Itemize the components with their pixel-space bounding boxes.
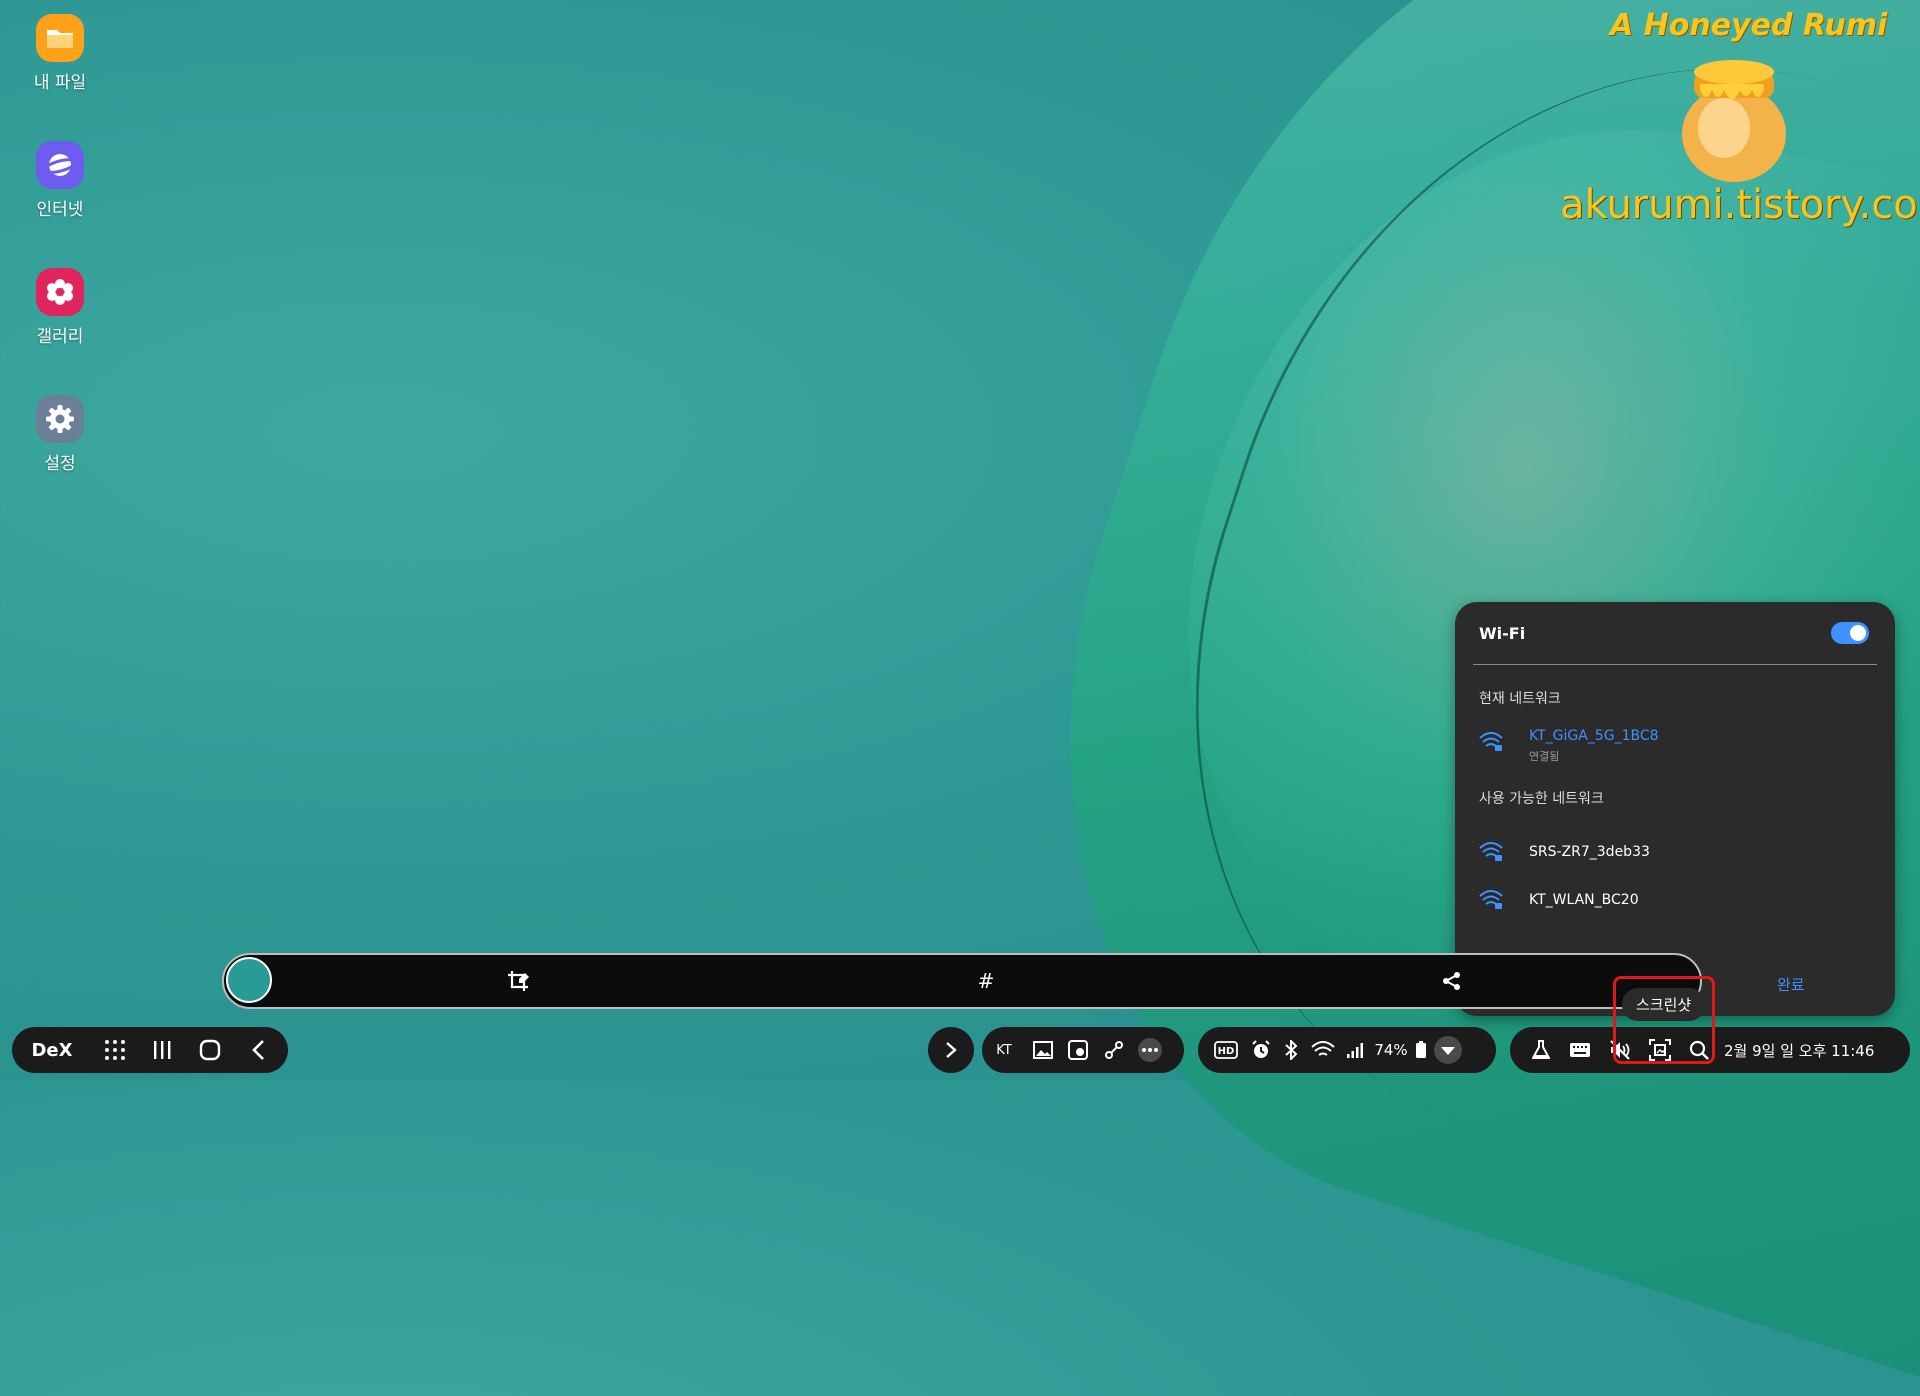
wifi-divider [1473,664,1877,665]
desktop-icon-label: 내 파일 [33,73,87,93]
battery-icon [1412,1041,1430,1059]
wifi-network-current[interactable]: KT_GiGA_5G_1BC8 연결됨 [1479,724,1869,764]
wifi-lock-icon [1479,842,1503,862]
back-icon[interactable] [234,1039,282,1061]
desktop-icon-gallery[interactable]: 갤러리 [22,268,98,347]
home-icon[interactable] [186,1039,234,1061]
wifi-lock-icon [1479,732,1503,752]
wifi-lock-icon [1479,890,1503,910]
svg-text:HD: HD [1218,1046,1235,1057]
wifi-status-icon [1306,1041,1340,1059]
image-notification-icon[interactable] [1026,1041,1060,1059]
tag-hash-icon[interactable]: # [972,967,1000,995]
quick-panel-down-icon[interactable] [1430,1035,1466,1065]
internet-icon [36,141,84,189]
carrier-label: KT [996,1042,1012,1058]
taskbar-nav-group: DeX [12,1027,288,1073]
desktop-icon-label: 갤러리 [36,327,84,347]
screen-record-notification-icon[interactable] [1060,1040,1096,1060]
apps-grid-icon[interactable] [92,1039,138,1061]
wifi-done-button[interactable]: 완료 [1777,974,1805,995]
clock-datetime[interactable]: 2월 9일 일 오후 11:46 [1718,1040,1904,1061]
bluetooth-icon [1276,1040,1306,1060]
wifi-network-item[interactable]: KT_WLAN_BC20 [1479,882,1869,922]
watermark-url: akurumi.tistory.com [1560,182,1920,228]
wifi-network-status: 연결됨 [1529,750,1560,763]
labs-flask-icon[interactable] [1522,1040,1560,1060]
crop-edit-icon[interactable] [506,967,534,995]
screenshot-thumbnail[interactable] [226,957,272,1003]
hd-icon: HD [1206,1041,1246,1059]
desktop-icon-internet[interactable]: 인터넷 [22,141,98,220]
more-notifications-icon[interactable] [1132,1037,1168,1063]
alarm-icon [1246,1040,1276,1060]
wifi-network-name: SRS-ZR7_3deb33 [1529,844,1650,860]
expand-arrow-button[interactable] [928,1027,974,1073]
wifi-network-name: KT_GiGA_5G_1BC8 [1529,728,1659,744]
taskbar-notifications: KT [982,1027,1184,1073]
watermark-title: A Honeyed Rumi [1610,8,1888,43]
signal-icon [1340,1041,1370,1059]
settings-gear-icon [36,395,84,443]
available-networks-label: 사용 가능한 네트워크 [1479,791,1604,807]
honey-pot-logo [1678,50,1790,184]
current-network-label: 현재 네트워크 [1479,691,1561,707]
share-icon[interactable] [1438,967,1466,995]
desktop-icon-label: 인터넷 [36,200,84,220]
wifi-network-item[interactable]: SRS-ZR7_3deb33 [1479,834,1869,874]
gallery-icon [36,268,84,316]
link-sharing-icon[interactable] [1096,1040,1132,1060]
screenshot-toolbar: # [222,953,1702,1009]
battery-percent: 74% [1374,1041,1408,1059]
wifi-network-name: KT_WLAN_BC20 [1529,892,1639,908]
wifi-panel-title: Wi-Fi [1479,624,1526,643]
keyboard-icon[interactable] [1560,1042,1600,1058]
highlight-box [1613,976,1715,1064]
desktop-icon-my-files[interactable]: 내 파일 [22,14,98,93]
recent-apps-icon[interactable] [138,1040,186,1060]
desktop-icon-label: 설정 [44,454,76,474]
desktop-icon-settings[interactable]: 설정 [22,395,98,474]
wifi-toggle[interactable] [1831,622,1869,644]
dex-button[interactable]: DeX [12,1040,92,1061]
taskbar-status[interactable]: HD 74% [1198,1027,1496,1073]
wifi-toggle-knob [1850,625,1866,641]
folder-icon [36,14,84,62]
